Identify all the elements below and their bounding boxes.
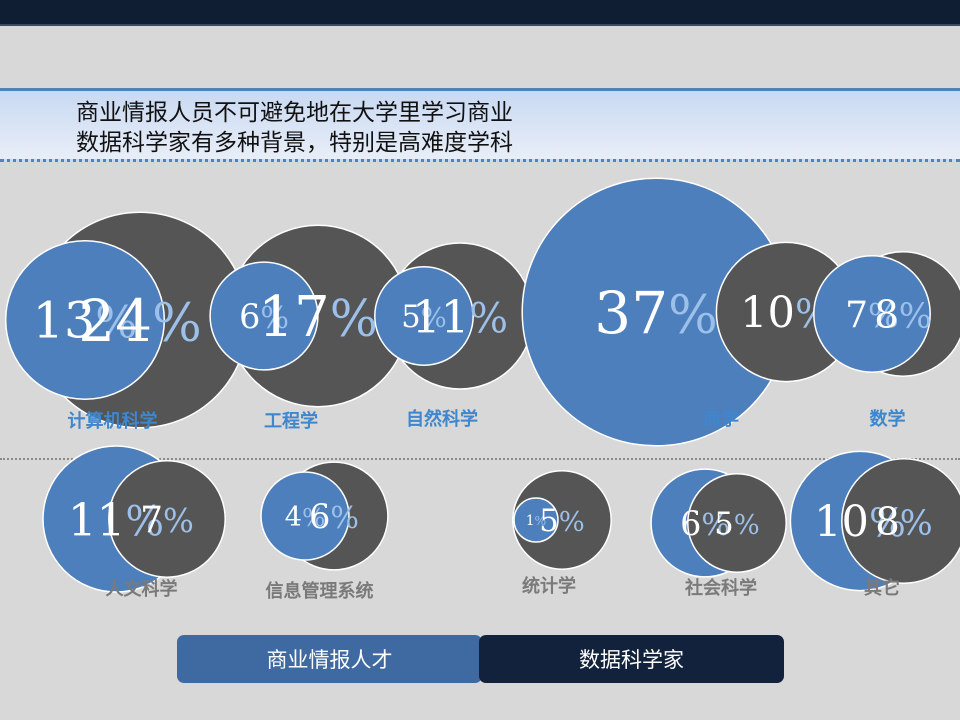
value-label-data-scientist: 5%	[539, 504, 584, 539]
value-label-data-scientist: 6%	[309, 497, 359, 536]
bubble-group: 5%11%自然科学	[374, 242, 534, 430]
legend-data-scientist[interactable]: 数据科学家	[479, 635, 784, 683]
category-label: 人文科学	[106, 578, 178, 600]
value-label-data-scientist: 7%	[140, 499, 194, 541]
legend-business-intelligence[interactable]: 商业情报人才	[177, 635, 482, 683]
value-label-data-scientist: 5%	[714, 507, 759, 542]
category-label: 自然科学	[406, 408, 478, 430]
category-label: 计算机科学	[68, 410, 158, 432]
bubble-group: 11%7%人文科学	[42, 445, 226, 600]
bubble-chart: 13%24%计算机科学6%17%工程学5%11%自然科学37%10%商学7%8%…	[4, 177, 960, 602]
bubble-group: 10%8%其它	[789, 450, 960, 599]
value-label-data-scientist: 8%	[875, 500, 933, 545]
category-label: 数学	[870, 408, 906, 430]
value-label-data-scientist: 24%	[78, 287, 201, 355]
value-label-data-scientist: 11%	[412, 290, 508, 343]
value-label-data-scientist: 8%	[874, 293, 932, 338]
value-label-business-intelligence: 37%	[594, 279, 717, 347]
category-label: 统计学	[522, 575, 576, 597]
category-label: 工程学	[264, 410, 318, 432]
bubble-group: 1%5%统计学	[512, 470, 612, 597]
bubble-group: 6%5%社会科学	[650, 468, 787, 599]
category-label: 信息管理系统	[266, 580, 374, 602]
category-label: 其它	[864, 577, 900, 599]
value-label-data-scientist: 17%	[258, 285, 378, 350]
bubble-group: 7%8%数学	[813, 251, 960, 430]
category-label: 社会科学	[685, 577, 757, 599]
bubble-group: 37%10%商学	[521, 177, 857, 447]
bubble-group: 4%6%信息管理系统	[260, 461, 389, 602]
category-label: 商学	[703, 408, 739, 430]
